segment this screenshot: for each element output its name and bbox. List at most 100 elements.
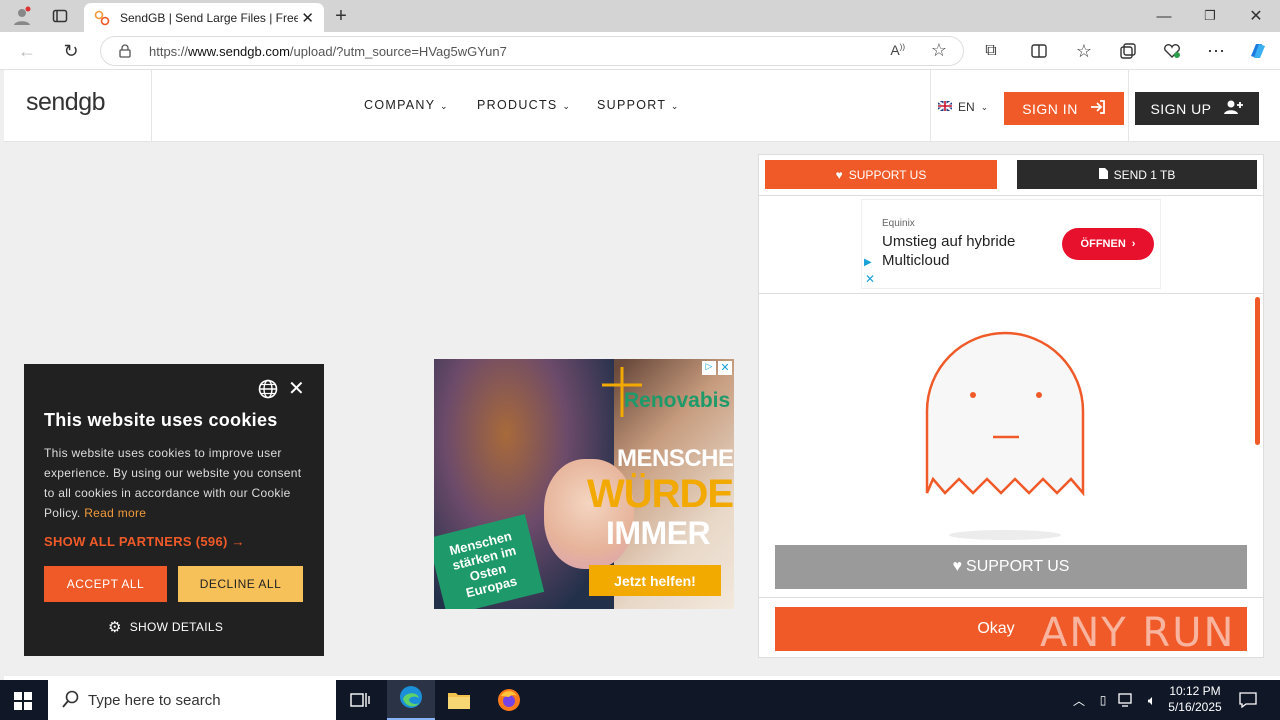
firefox-icon[interactable] (496, 688, 522, 712)
read-more-link[interactable]: Read more (84, 506, 146, 520)
lock-icon (119, 44, 131, 61)
browser-tab-strip: SendGB | Send Large Files | Free f ✕ + —… (0, 0, 1280, 32)
add-user-icon (1223, 99, 1244, 118)
nav-products[interactable]: PRODUCTS ⌄ (477, 98, 571, 112)
support-us-button[interactable]: ♥ SUPPORT US (775, 545, 1247, 589)
divider (759, 195, 1263, 196)
tab-title: SendGB | Send Large Files | Free f (120, 10, 298, 25)
close-icon[interactable]: ✕ (288, 376, 305, 401)
back-icon[interactable]: ← (16, 40, 38, 62)
url-path: /upload/?utm_source=HVag5wGYun7 (289, 43, 507, 59)
browser-essentials-icon[interactable] (1161, 40, 1183, 62)
header-divider (151, 70, 152, 142)
heart-icon: ♥ (835, 167, 843, 182)
equinix-ad[interactable]: Equinix Umstieg auf hybride Multicloud Ö… (861, 199, 1161, 289)
chevron-up-icon[interactable]: ︿ (1070, 690, 1088, 710)
edge-icon (399, 685, 423, 714)
chevron-down-icon: ⌄ (980, 101, 989, 112)
search-icon (62, 690, 80, 712)
nav-support[interactable]: SUPPORT ⌄ (597, 98, 680, 112)
renovabis-brand: Renovabis (624, 389, 731, 412)
ad-close-icon[interactable]: ✕ (865, 272, 875, 286)
cookie-body: This website uses cookies to improve use… (44, 446, 302, 520)
close-window-icon[interactable]: ✕ (1244, 5, 1268, 27)
chevron-down-icon: ⌄ (670, 101, 680, 111)
sign-up-button[interactable]: SIGN UP (1135, 92, 1259, 125)
uk-flag-icon (937, 100, 953, 114)
globe-icon[interactable] (258, 379, 278, 404)
divider (759, 293, 1263, 294)
notifications-icon[interactable] (1238, 690, 1258, 710)
address-bar[interactable]: https://www.sendgb.com/upload/?utm_sourc… (100, 36, 964, 66)
url-prefix: https:// (149, 43, 189, 59)
sign-in-arrow-icon (1090, 100, 1106, 117)
browser-tab-active[interactable]: SendGB | Send Large Files | Free f ✕ (84, 3, 324, 32)
accept-all-button[interactable]: ACCEPT ALL (44, 566, 167, 602)
extensions-icon[interactable]: ⧉ (980, 40, 1002, 62)
ad-line-1: MENSCHEN (617, 445, 734, 472)
ad-line-2: WÜRDE (587, 472, 734, 516)
file-icon (1098, 167, 1108, 182)
copilot-icon[interactable] (1246, 39, 1270, 63)
restore-icon[interactable]: ❐ (1198, 5, 1222, 27)
split-screen-icon[interactable] (1028, 40, 1050, 62)
support-us-top-button[interactable]: ♥ SUPPORT US (765, 160, 997, 189)
nav-company[interactable]: COMPANY ⌄ (364, 98, 449, 112)
ad-close-icon[interactable]: ✕ (718, 361, 732, 375)
renovabis-ad[interactable]: ▷ ✕ Renovabis MENSCHEN WÜRDE IMMER Mensc… (434, 359, 734, 609)
sign-in-button[interactable]: SIGN IN (1004, 92, 1124, 125)
ad-choices-icon[interactable]: ▶ (864, 257, 872, 268)
taskbar-search[interactable]: Type here to search (48, 680, 336, 720)
header-divider (930, 70, 931, 142)
ghost-illustration (923, 331, 1087, 541)
site-header: sendgb COMPANY ⌄ PRODUCTS ⌄ SUPPORT ⌄ EN… (4, 70, 1280, 142)
refresh-icon[interactable]: ↻ (60, 40, 82, 62)
file-explorer-icon[interactable] (446, 689, 472, 711)
gear-icon: ⚙ (108, 619, 122, 636)
divider (759, 597, 1263, 598)
profile-icon[interactable] (10, 5, 34, 27)
heart-icon: ♥ (952, 558, 963, 575)
send-1tb-button[interactable]: SEND 1 TB (1017, 160, 1257, 189)
more-menu-icon[interactable]: ⋯ (1205, 40, 1227, 62)
tab-actions-icon[interactable] (48, 5, 72, 27)
ad-help-button[interactable]: Jetzt helfen! (589, 565, 721, 596)
new-tab-icon[interactable]: + (330, 5, 352, 27)
chevron-right-icon: › (1131, 238, 1136, 250)
taskbar-edge[interactable] (387, 680, 435, 720)
cookie-title: This website uses cookies (44, 410, 278, 430)
ad-open-button[interactable]: ÖFFNEN › (1062, 228, 1154, 260)
show-partners-link[interactable]: SHOW ALL PARTNERS (596) → (44, 534, 245, 549)
url-host: www.sendgb.com (188, 43, 290, 59)
ad-line-3: IMMER (606, 515, 711, 551)
close-tab-icon[interactable]: ✕ (301, 9, 314, 27)
clock[interactable]: 10:12 PM 5/16/2025 (1166, 683, 1224, 715)
browser-toolbar: ← ↻ https://www.sendgb.com/upload/?utm_s… (0, 32, 1280, 70)
cookie-dialog: ✕ This website uses cookies This website… (24, 364, 324, 656)
show-details-button[interactable]: ⚙ SHOW DETAILS (108, 618, 223, 636)
taskbar: Type here to search ︿ ▯ 🔈︎ 10:12 PM 5/16… (0, 680, 1280, 720)
chevron-down-icon: ⌄ (439, 101, 449, 111)
windows-start-icon[interactable] (12, 690, 34, 712)
header-divider (1128, 70, 1129, 142)
decline-all-button[interactable]: DECLINE ALL (178, 566, 303, 602)
volume-icon[interactable]: 🔈︎ (1142, 690, 1162, 710)
ad-info-icon[interactable]: ▷ (702, 361, 716, 375)
network-icon[interactable] (1117, 690, 1137, 710)
favorite-star-icon[interactable]: ☆ (931, 40, 947, 61)
read-aloud-icon[interactable]: A)) (890, 42, 905, 58)
battery-icon: ▯ (1099, 693, 1107, 707)
chevron-down-icon: ⌄ (562, 101, 572, 111)
anyrun-watermark: ANY RUN (1040, 610, 1236, 656)
logo-text: sendgb (26, 88, 106, 116)
upload-panel: ♥ SUPPORT US SEND 1 TB Equinix Umstieg a… (758, 154, 1264, 658)
scrollbar[interactable] (1255, 297, 1260, 445)
favorites-icon[interactable]: ☆ (1073, 40, 1095, 62)
task-view-icon[interactable] (348, 689, 372, 711)
favicon-icon (94, 10, 110, 26)
language-select[interactable]: EN ⌄ (937, 100, 989, 114)
minimize-icon[interactable]: — (1152, 5, 1176, 27)
ad-advertiser: Equinix (882, 218, 915, 229)
logo[interactable]: sendgb (26, 88, 106, 117)
collections-icon[interactable] (1117, 40, 1139, 62)
